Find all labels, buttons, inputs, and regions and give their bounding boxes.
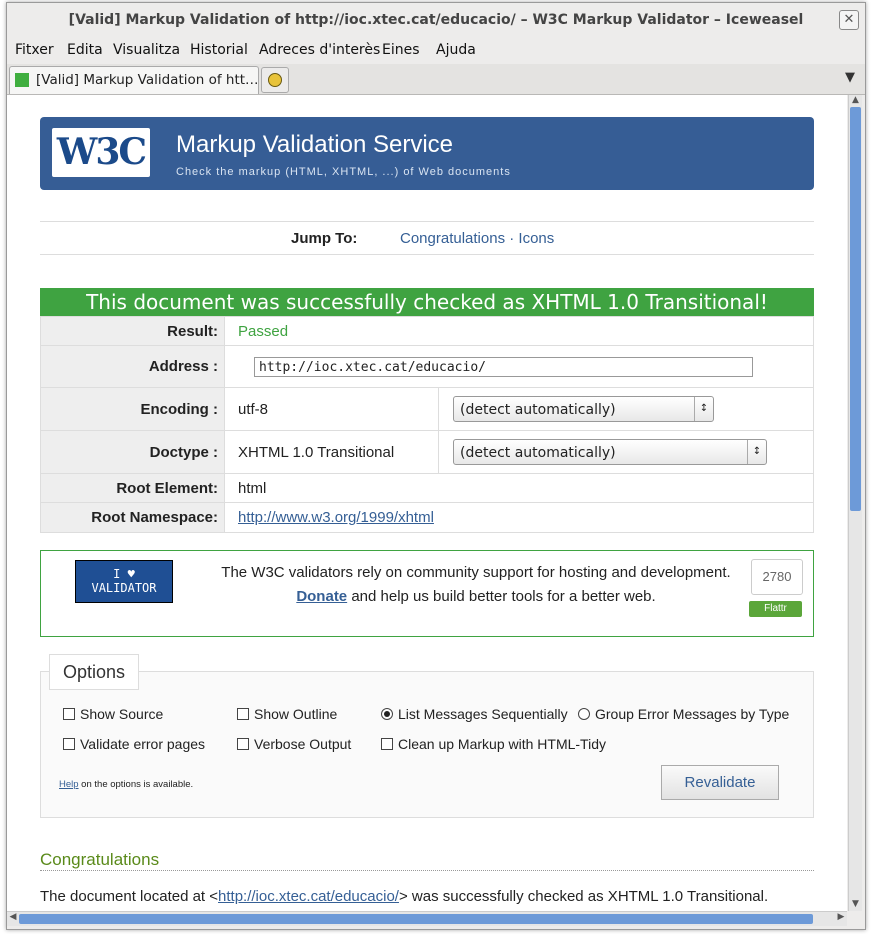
vertical-scrollbar[interactable]: ▲ ▼ [848, 95, 862, 911]
flattr-count: 2780 [751, 559, 803, 595]
encoding-label: Encoding : [40, 387, 225, 431]
menu-bar: Fitxer Edita Visualitza Historial Adrece… [7, 38, 865, 64]
horizontal-scroll-thumb[interactable] [19, 914, 813, 924]
cleanup-tidy-label: Clean up Markup with HTML-Tidy [398, 736, 606, 752]
validate-error-pages-label: Validate error pages [80, 736, 206, 752]
donate-intro: The W3C validators rely on community sup… [221, 564, 731, 581]
jump-bar: Jump To: Congratulations · Icons [40, 221, 814, 255]
donate-outro: and help us build better tools for a bet… [347, 588, 656, 605]
encoding-value: utf-8 [224, 387, 439, 431]
badge-line2: VALIDATOR [91, 581, 157, 595]
congrats-after: > was successfully checked as XHTML 1.0 … [398, 888, 769, 905]
group-by-type-option[interactable]: Group Error Messages by Type [578, 706, 789, 722]
doctype-select[interactable]: (detect automatically) ↕ [453, 439, 767, 465]
show-source-option[interactable]: Show Source [63, 706, 163, 722]
list-sequential-radio[interactable] [381, 708, 393, 720]
list-sequential-option[interactable]: List Messages Sequentially [381, 706, 568, 722]
encoding-select[interactable]: (detect automatically) ↕ [453, 396, 714, 422]
i-love-validator-badge[interactable]: I ♥ VALIDATOR [75, 560, 173, 603]
menu-adreces[interactable]: Adreces d'interès [259, 42, 380, 58]
select-arrows-icon: ↕ [747, 440, 766, 464]
close-icon[interactable]: ✕ [839, 10, 859, 30]
horizontal-scrollbar[interactable]: ◀ ▶ [7, 911, 847, 926]
favicon-icon [15, 73, 29, 87]
menu-fitxer[interactable]: Fitxer [15, 42, 54, 58]
header-banner: W3C Markup Validation Service Check the … [40, 117, 814, 190]
options-legend[interactable]: Options [49, 654, 139, 690]
show-source-checkbox[interactable] [63, 708, 75, 720]
validate-error-pages-option[interactable]: Validate error pages [63, 736, 205, 752]
page-viewport: W3C Markup Validation Service Check the … [7, 95, 847, 911]
show-outline-checkbox[interactable] [237, 708, 249, 720]
vertical-scroll-thumb[interactable] [850, 107, 861, 511]
congrats-before: The document located at < [40, 888, 219, 905]
tab-bar: [Valid] Markup Validation of htt… ▼ [7, 64, 865, 95]
page-subtitle: Check the markup (HTML, XHTML, ...) of W… [176, 166, 511, 178]
result-value: Passed [224, 316, 814, 346]
root-element-label: Root Element: [40, 473, 225, 503]
revalidate-button[interactable]: Revalidate [661, 765, 779, 800]
donate-link[interactable]: Donate [296, 588, 347, 605]
scroll-left-icon[interactable]: ◀ [7, 912, 19, 922]
plus-icon [268, 73, 282, 87]
tab-label: [Valid] Markup Validation of htt… [36, 72, 259, 88]
menu-edita[interactable]: Edita [67, 42, 103, 58]
doctype-label: Doctype : [40, 430, 225, 474]
scroll-up-icon[interactable]: ▲ [849, 95, 862, 107]
group-by-type-label: Group Error Messages by Type [595, 706, 790, 722]
chevron-down-icon[interactable]: ▼ [845, 70, 855, 85]
success-banner: This document was successfully checked a… [40, 288, 814, 316]
congratulations-text: The document located at <http://ioc.xtec… [40, 888, 768, 905]
show-outline-option[interactable]: Show Outline [237, 706, 337, 722]
new-tab-button[interactable] [261, 67, 289, 93]
menu-visualitza[interactable]: Visualitza [113, 42, 180, 58]
encoding-select-value: (detect automatically) [460, 402, 616, 418]
jump-label: Jump To: [291, 230, 358, 247]
help-link[interactable]: Help [59, 779, 79, 790]
validate-error-pages-checkbox[interactable] [63, 738, 75, 750]
select-arrows-icon: ↕ [694, 397, 713, 421]
root-namespace-label: Root Namespace: [40, 502, 225, 533]
donate-box: I ♥ VALIDATOR The W3C validators rely on… [40, 550, 814, 637]
root-namespace-link[interactable]: http://www.w3.org/1999/xhtml [238, 509, 434, 526]
menu-ajuda[interactable]: Ajuda [436, 42, 476, 58]
address-field[interactable]: http://ioc.xtec.cat/educacio/ [254, 356, 753, 377]
congratulations-heading: Congratulations [40, 850, 814, 871]
show-outline-label: Show Outline [254, 706, 338, 722]
window-title: [Valid] Markup Validation of http://ioc.… [7, 3, 865, 37]
donate-text: The W3C validators rely on community sup… [201, 561, 751, 609]
menu-eines[interactable]: Eines [382, 42, 420, 58]
cleanup-tidy-option[interactable]: Clean up Markup with HTML-Tidy [381, 736, 606, 752]
address-label: Address : [40, 345, 225, 388]
w3c-logo[interactable]: W3C [52, 128, 150, 177]
congrats-link[interactable]: http://ioc.xtec.cat/educacio/ [218, 888, 399, 905]
root-element-value: html [224, 473, 814, 503]
scroll-right-icon[interactable]: ▶ [835, 912, 847, 922]
tab-validator[interactable]: [Valid] Markup Validation of htt… [9, 66, 259, 94]
verbose-output-label: Verbose Output [254, 736, 352, 752]
jump-links[interactable]: Congratulations · Icons [400, 230, 554, 247]
browser-window: [Valid] Markup Validation of http://ioc.… [6, 2, 866, 930]
result-label: Result: [40, 316, 225, 346]
window-title-text: [Valid] Markup Validation of http://ioc.… [68, 12, 804, 28]
doctype-select-value: (detect automatically) [460, 445, 616, 461]
group-by-type-radio[interactable] [578, 708, 590, 720]
results-table: Result: Passed Address : http://ioc.xtec… [40, 316, 814, 533]
verbose-output-checkbox[interactable] [237, 738, 249, 750]
show-source-label: Show Source [80, 706, 164, 722]
scroll-down-icon[interactable]: ▼ [849, 899, 862, 911]
page-title[interactable]: Markup Validation Service [176, 131, 453, 159]
badge-line1: I ♥ [113, 567, 135, 581]
doctype-value: XHTML 1.0 Transitional [224, 430, 439, 474]
list-sequential-label: List Messages Sequentially [398, 706, 568, 722]
help-text: on the options is available. [78, 779, 194, 790]
verbose-output-option[interactable]: Verbose Output [237, 736, 351, 752]
options-fieldset: Options Show Source Show Outline List Me… [40, 654, 814, 818]
flattr-button[interactable]: Flattr [749, 601, 802, 617]
help-note: Help on the options is available. [59, 779, 193, 790]
cleanup-tidy-checkbox[interactable] [381, 738, 393, 750]
menu-historial[interactable]: Historial [190, 42, 248, 58]
